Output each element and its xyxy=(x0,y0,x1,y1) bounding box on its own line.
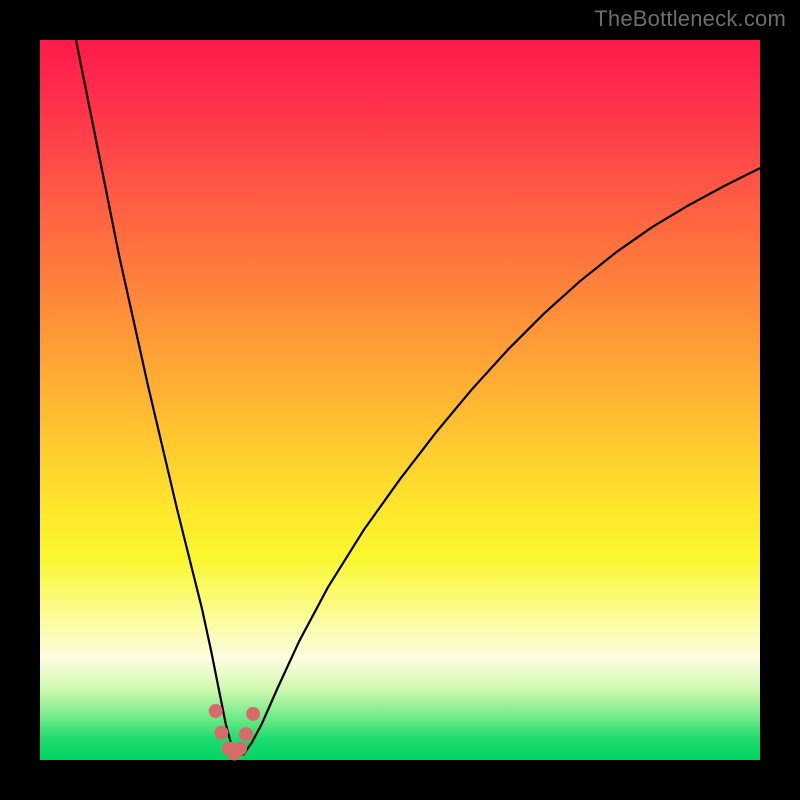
trough-marker xyxy=(209,704,223,718)
trough-marker xyxy=(233,741,247,755)
watermark-label: TheBottleneck.com xyxy=(594,6,786,32)
bottleneck-curve-svg xyxy=(40,40,760,760)
trough-marker xyxy=(246,707,260,721)
trough-marker xyxy=(239,727,253,741)
trough-markers-group xyxy=(209,704,260,760)
bottleneck-curve-path xyxy=(76,40,760,754)
plot-area xyxy=(40,40,760,760)
trough-marker xyxy=(214,726,228,740)
chart-frame: TheBottleneck.com xyxy=(0,0,800,800)
